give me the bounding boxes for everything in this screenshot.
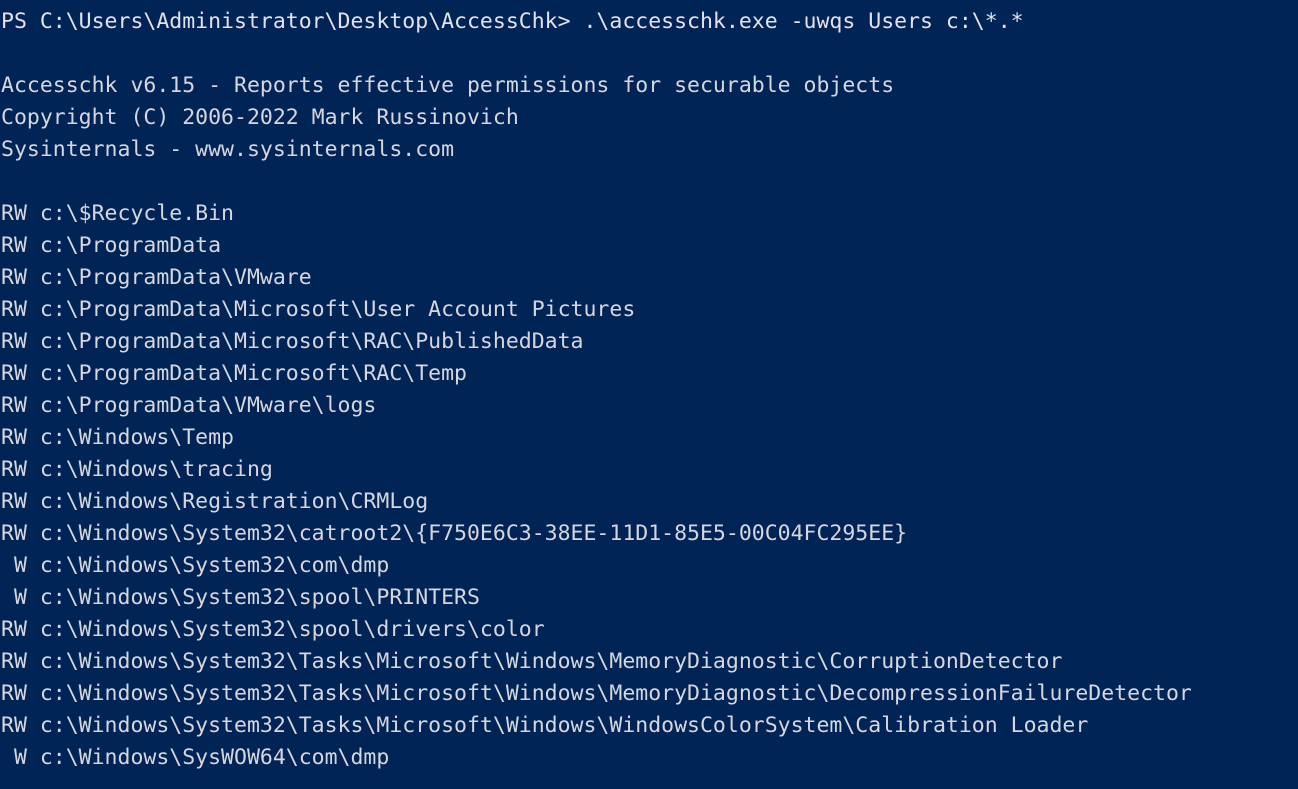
terminal-line: W c:\Windows\SysWOW64\com\dmp [1,745,390,770]
terminal-line: RW c:\Windows\System32\spool\drivers\col… [1,617,545,642]
terminal-line: Copyright (C) 2006-2022 Mark Russinovich [1,105,519,130]
terminal-line: RW c:\Windows\System32\Tasks\Microsoft\W… [1,649,1063,674]
terminal-prompt-line: PS C:\Users\Administrator\Desktop\Access… [1,9,1024,34]
terminal-line: RW c:\Windows\Temp [1,425,234,450]
terminal-output: PS C:\Users\Administrator\Desktop\Access… [0,0,1298,774]
terminal-line: RW c:\ProgramData\VMware\logs [1,393,377,418]
terminal-line: W c:\Windows\System32\com\dmp [1,553,390,578]
terminal-line: RW c:\$Recycle.Bin [1,201,234,226]
terminal-line: RW c:\ProgramData\Microsoft\RAC\Temp [1,361,467,386]
terminal-line: RW c:\ProgramData\Microsoft\User Account… [1,297,636,322]
terminal-line: RW c:\Windows\Registration\CRMLog [1,489,429,514]
powershell-terminal[interactable]: PS C:\Users\Administrator\Desktop\Access… [0,0,1298,789]
terminal-line: RW c:\Windows\System32\catroot2\{F750E6C… [1,521,908,546]
terminal-line: RW c:\ProgramData\Microsoft\RAC\Publishe… [1,329,584,354]
terminal-line: RW c:\Windows\System32\Tasks\Microsoft\W… [1,713,1089,738]
terminal-line: Accesschk v6.15 - Reports effective perm… [1,73,895,98]
terminal-line: Sysinternals - www.sysinternals.com [1,137,455,162]
terminal-line: W c:\Windows\System32\spool\PRINTERS [1,585,480,610]
terminal-line: RW c:\Windows\System32\Tasks\Microsoft\W… [1,681,1192,706]
terminal-line: RW c:\ProgramData [1,233,222,258]
terminal-line: RW c:\Windows\tracing [1,457,273,482]
terminal-line: RW c:\ProgramData\VMware [1,265,312,290]
